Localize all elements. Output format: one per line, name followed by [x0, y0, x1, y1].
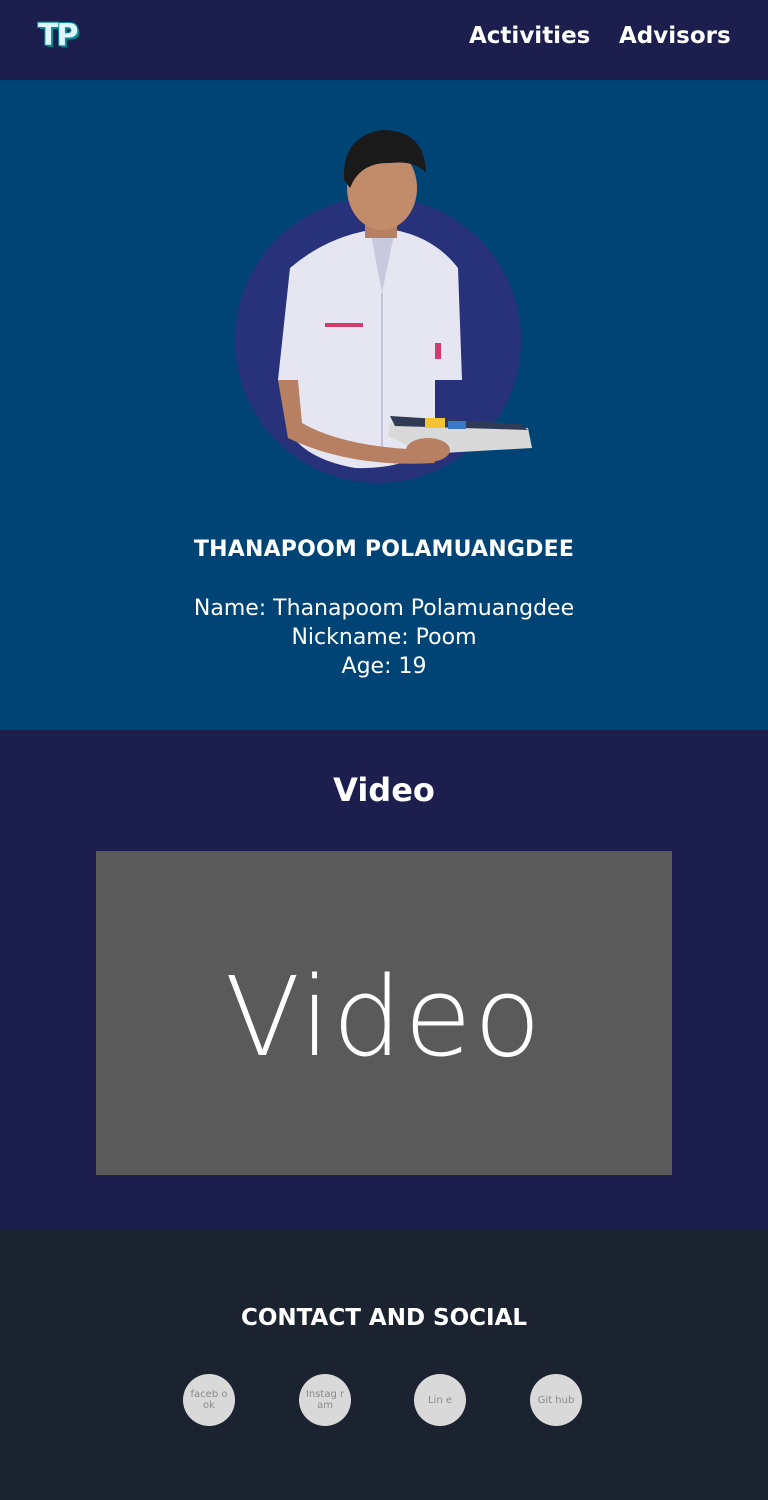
profile-info: Name: Thanapoom Polamuangdee Nickname: P…	[0, 594, 768, 681]
profile-photo	[235, 130, 532, 483]
video-player[interactable]: Video	[96, 851, 672, 1175]
video-placeholder-text: Video	[224, 953, 544, 1081]
line-link[interactable]: Lin e	[414, 1374, 466, 1426]
site-logo[interactable]: TP	[38, 16, 88, 56]
instagram-link[interactable]: Instag ram	[299, 1374, 351, 1426]
profile-display-name: THANAPOOM POLAMUANGDEE	[193, 537, 575, 562]
video-heading: Video	[333, 771, 435, 809]
profile-name-line: Name: Thanapoom Polamuangdee	[193, 596, 575, 621]
profile-nickname-line: Nickname: Poom	[291, 625, 477, 650]
nav-link-activities[interactable]: Activities	[469, 20, 590, 52]
facebook-link[interactable]: faceb ook	[183, 1374, 235, 1426]
github-link[interactable]: Git hub	[530, 1374, 582, 1426]
profile-age-line: Age: 19	[341, 654, 427, 679]
navbar: TP Activities Advisors	[0, 0, 768, 80]
nav-link-advisors[interactable]: Advisors	[619, 20, 731, 52]
contact-heading: CONTACT AND SOCIAL	[240, 1305, 528, 1331]
footer	[0, 1230, 768, 1500]
